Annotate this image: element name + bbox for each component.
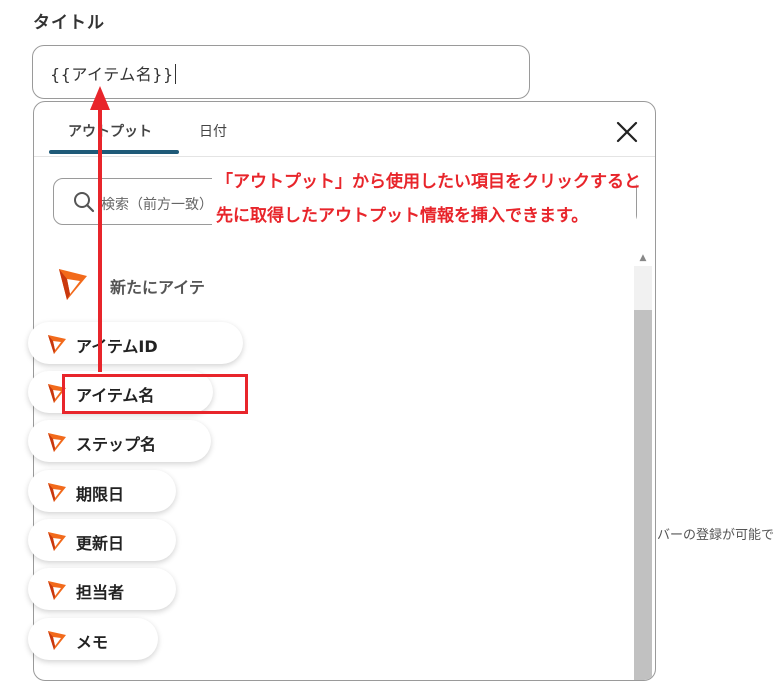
app-logo-icon [48,581,66,600]
output-item-label: 更新日 [76,534,125,553]
output-item-label: ステップ名 [76,435,157,454]
annotation-line-2: 先に取得したアウトプット情報を挿入できます。 [216,206,589,226]
annotation-line-1: 「アウトプット」から使用したい項目をクリックすると [216,172,641,192]
output-item-chip[interactable]: ステップ名 [28,420,211,462]
app-logo-icon [48,433,66,452]
output-item-chip[interactable]: 期限日 [28,470,176,512]
background-partial-text: バーの登録が可能で [657,528,775,543]
output-item-label: メモ [76,633,109,652]
app-logo-icon [48,483,66,502]
app-logo-icon [59,269,87,300]
text-caret [174,64,176,84]
output-item-chip[interactable]: アイテムID [28,322,243,364]
tab-output[interactable]: アウトプット [68,121,152,141]
annotation-highlight-box [62,374,248,414]
app-logo-icon [48,631,66,650]
output-item-chip[interactable]: メモ [28,618,158,660]
close-icon[interactable] [615,120,639,144]
output-item-label: 担当者 [76,583,125,602]
scroll-up-arrow[interactable]: ▲ [634,250,652,266]
picker-tabs: アウトプット 日付 [34,102,655,157]
title-input[interactable]: {{アイテム名}} [32,45,530,99]
tab-date[interactable]: 日付 [199,121,227,141]
app-logo-icon [48,532,66,551]
output-item-label: 期限日 [76,485,125,504]
annotation-callout: 「アウトプット」から使用したい項目をクリックすると 先に取得したアウトプット情報… [212,165,641,240]
output-item-label: アイテムID [76,337,158,356]
active-tab-indicator [49,150,179,154]
app-logo-icon [48,335,66,354]
search-icon [74,192,95,213]
title-input-value: {{アイテム名}} [50,64,176,84]
output-item-chip[interactable]: 更新日 [28,519,176,561]
title-field-label: タイトル [33,13,105,33]
scrollbar-thumb[interactable] [634,310,652,680]
output-item-chip[interactable]: 担当者 [28,568,176,610]
search-placeholder: 検索（前方一致） [101,197,213,213]
output-group-name: 新たにアイテ [110,278,205,297]
